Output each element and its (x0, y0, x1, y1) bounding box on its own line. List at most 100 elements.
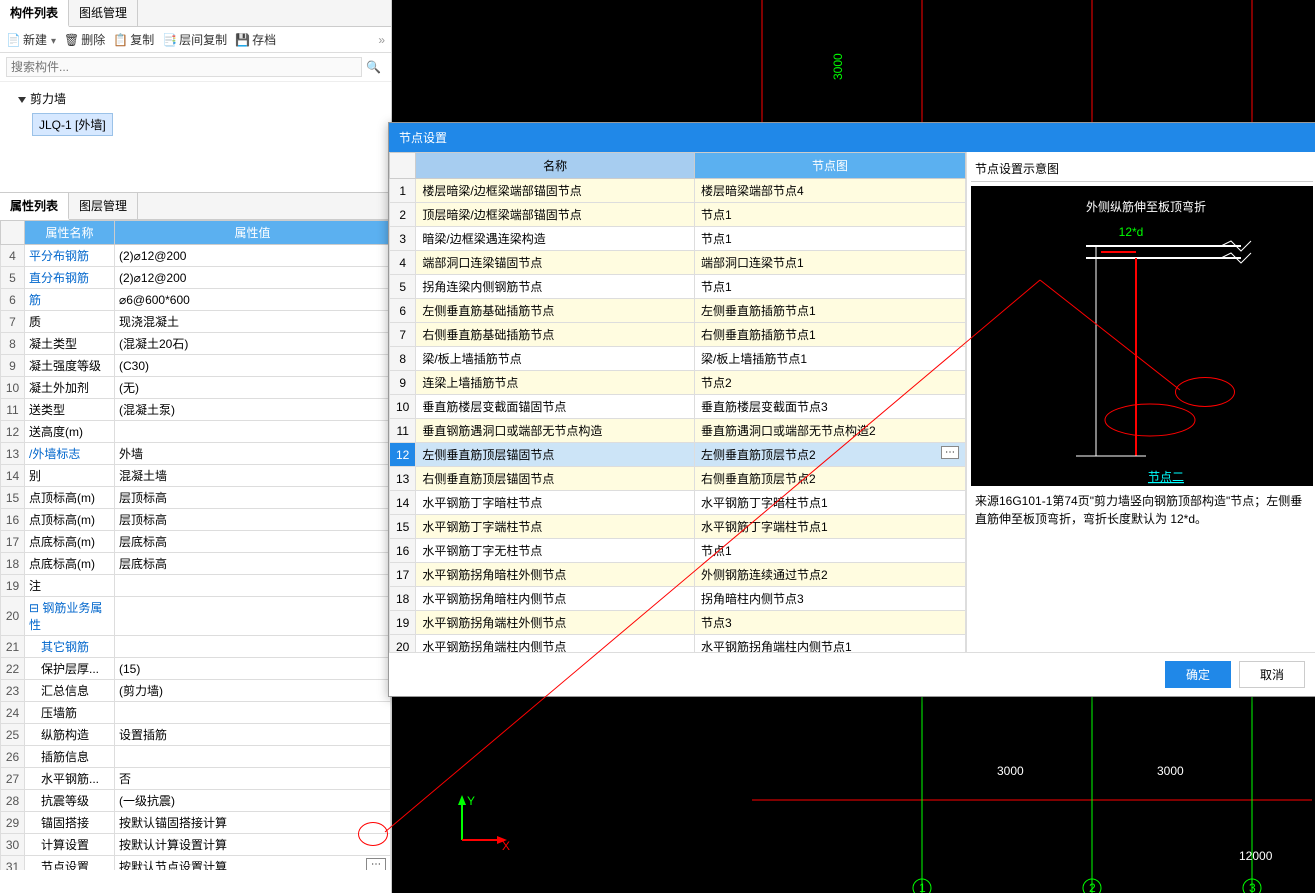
prop-name[interactable]: 汇总信息 (25, 680, 115, 702)
prop-name[interactable]: 点底标高(m) (25, 531, 115, 553)
prop-value[interactable]: 按默认计算设置计算 (115, 834, 391, 856)
table-row[interactable]: 15 水平钢筋丁字端柱节点 水平钢筋丁字端柱节点1 (390, 515, 966, 539)
prop-value[interactable]: (15) (115, 658, 391, 680)
table-row[interactable]: 14 水平钢筋丁字暗柱节点 水平钢筋丁字暗柱节点1 (390, 491, 966, 515)
delete-button[interactable]: 🗑删除 (64, 31, 105, 48)
tree-root[interactable]: 剪力墙 (6, 88, 385, 109)
table-row[interactable]: 10 垂直筋楼层变截面锚固节点 垂直筋楼层变截面节点3 (390, 395, 966, 419)
node-img[interactable]: 水平钢筋拐角端柱内侧节点1 (695, 635, 966, 653)
prop-value[interactable]: 现浇混凝土 (115, 311, 391, 333)
prop-name[interactable]: 别 (25, 465, 115, 487)
table-row[interactable]: 9 连梁上墙插筋节点 节点2 (390, 371, 966, 395)
prop-value[interactable] (115, 746, 391, 768)
prop-name[interactable]: /外墙标志 (25, 443, 115, 465)
prop-value[interactable] (115, 421, 391, 443)
prop-value[interactable]: (混凝土泵) (115, 399, 391, 421)
ellipsis-button[interactable]: ⋯ (366, 858, 386, 870)
node-img[interactable]: 节点1 (695, 539, 966, 563)
prop-name[interactable]: 点顶标高(m) (25, 487, 115, 509)
prop-value[interactable]: 按默认锚固搭接计算 (115, 812, 391, 834)
node-img[interactable]: 端部洞口连梁节点1 (695, 251, 966, 275)
table-row[interactable]: 7 右侧垂直筋基础插筋节点 右侧垂直筋插筋节点1 (390, 323, 966, 347)
node-img[interactable]: 垂直筋遇洞口或端部无节点构造2 (695, 419, 966, 443)
prop-value[interactable]: 层顶标高 (115, 509, 391, 531)
prop-value[interactable]: 按默认节点设置计算⋯ (115, 856, 391, 871)
node-img[interactable]: 楼层暗梁端部节点4 (695, 179, 966, 203)
node-img[interactable]: 垂直筋楼层变截面节点3 (695, 395, 966, 419)
table-row[interactable]: 4 端部洞口连梁锚固节点 端部洞口连梁节点1 (390, 251, 966, 275)
tab-components[interactable]: 构件列表 (0, 0, 69, 27)
prop-name[interactable]: 点底标高(m) (25, 553, 115, 575)
node-img[interactable]: 节点1 (695, 203, 966, 227)
prop-name[interactable]: 节点设置 (25, 856, 115, 871)
prop-name[interactable]: 水平钢筋... (25, 768, 115, 790)
table-row[interactable]: 1 楼层暗梁/边框梁端部锚固节点 楼层暗梁端部节点4 (390, 179, 966, 203)
copy-button[interactable]: 📋复制 (113, 31, 154, 48)
node-img[interactable]: 右侧垂直筋插筋节点1 (695, 323, 966, 347)
search-input[interactable] (6, 57, 362, 77)
node-img[interactable]: 节点1 (695, 227, 966, 251)
ok-button[interactable]: 确定 (1165, 661, 1231, 688)
prop-name[interactable]: 质 (25, 311, 115, 333)
node-img[interactable]: 水平钢筋丁字暗柱节点1 (695, 491, 966, 515)
prop-value[interactable]: (无) (115, 377, 391, 399)
prop-value[interactable]: 层顶标高 (115, 487, 391, 509)
prop-name[interactable]: ⊟ 钢筋业务属性 (25, 597, 115, 636)
prop-name[interactable]: 压墙筋 (25, 702, 115, 724)
prop-name[interactable]: 抗震等级 (25, 790, 115, 812)
table-row[interactable]: 12 左侧垂直筋顶层锚固节点 左侧垂直筋顶层节点2⋯ (390, 443, 966, 467)
prop-name[interactable]: 平分布钢筋 (25, 245, 115, 267)
node-img[interactable]: 右侧垂直筋顶层节点2 (695, 467, 966, 491)
table-row[interactable]: 20 水平钢筋拐角端柱内侧节点 水平钢筋拐角端柱内侧节点1 (390, 635, 966, 653)
table-row[interactable]: 18 水平钢筋拐角暗柱内侧节点 拐角暗柱内侧节点3 (390, 587, 966, 611)
table-row[interactable]: 16 水平钢筋丁字无柱节点 节点1 (390, 539, 966, 563)
cancel-button[interactable]: 取消 (1239, 661, 1305, 688)
node-img[interactable]: 梁/板上墙插筋节点1 (695, 347, 966, 371)
prop-value[interactable]: (一级抗震) (115, 790, 391, 812)
new-button[interactable]: 📄新建 (6, 31, 56, 48)
dots-button[interactable]: ⋯ (941, 446, 959, 459)
table-row[interactable]: 2 顶层暗梁/边框梁端部锚固节点 节点1 (390, 203, 966, 227)
node-img[interactable]: 拐角暗柱内侧节点3 (695, 587, 966, 611)
prop-value[interactable]: 否 (115, 768, 391, 790)
prop-value[interactable]: (混凝土20石) (115, 333, 391, 355)
prop-value[interactable]: 层底标高 (115, 553, 391, 575)
prop-name[interactable]: 保护层厚... (25, 658, 115, 680)
table-row[interactable]: 8 梁/板上墙插筋节点 梁/板上墙插筋节点1 (390, 347, 966, 371)
tab-properties[interactable]: 属性列表 (0, 193, 69, 220)
table-row[interactable]: 11 垂直钢筋遇洞口或端部无节点构造 垂直筋遇洞口或端部无节点构造2 (390, 419, 966, 443)
prop-name[interactable]: 计算设置 (25, 834, 115, 856)
prop-value[interactable]: (2)⌀12@200 (115, 267, 391, 289)
layer-copy-button[interactable]: 📑层间复制 (162, 31, 227, 48)
prop-name[interactable]: 筋 (25, 289, 115, 311)
archive-button[interactable]: 💾存档 (235, 31, 276, 48)
prop-value[interactable]: (剪力墙) (115, 680, 391, 702)
node-img[interactable]: 外侧钢筋连续通过节点2 (695, 563, 966, 587)
prop-name[interactable]: 凝土强度等级 (25, 355, 115, 377)
prop-value[interactable]: 层底标高 (115, 531, 391, 553)
table-row[interactable]: 5 拐角连梁内侧钢筋节点 节点1 (390, 275, 966, 299)
prop-value[interactable] (115, 636, 391, 658)
prop-name[interactable]: 凝土外加剂 (25, 377, 115, 399)
prop-name[interactable]: 点顶标高(m) (25, 509, 115, 531)
prop-value[interactable]: 混凝土墙 (115, 465, 391, 487)
node-img[interactable]: 左侧垂直筋插筋节点1 (695, 299, 966, 323)
table-row[interactable]: 17 水平钢筋拐角暗柱外侧节点 外侧钢筋连续通过节点2 (390, 563, 966, 587)
prop-name[interactable]: 送类型 (25, 399, 115, 421)
table-row[interactable]: 6 左侧垂直筋基础插筋节点 左侧垂直筋插筋节点1 (390, 299, 966, 323)
prop-name[interactable]: 凝土类型 (25, 333, 115, 355)
prop-value[interactable]: ⌀6@600*600 (115, 289, 391, 311)
table-row[interactable]: 3 暗梁/边框梁遇连梁构造 节点1 (390, 227, 966, 251)
prop-name[interactable]: 纵筋构造 (25, 724, 115, 746)
prop-value[interactable]: (2)⌀12@200 (115, 245, 391, 267)
prop-value[interactable]: (C30) (115, 355, 391, 377)
node-img[interactable]: 节点1 (695, 275, 966, 299)
node-img[interactable]: 节点2 (695, 371, 966, 395)
prop-name[interactable]: 注 (25, 575, 115, 597)
prop-value[interactable] (115, 702, 391, 724)
prop-value[interactable]: 外墙 (115, 443, 391, 465)
search-icon[interactable]: 🔍 (362, 60, 385, 74)
table-row[interactable]: 19 水平钢筋拐角端柱外侧节点 节点3 (390, 611, 966, 635)
prop-value[interactable] (115, 575, 391, 597)
node-img[interactable]: 左侧垂直筋顶层节点2⋯ (695, 443, 966, 467)
